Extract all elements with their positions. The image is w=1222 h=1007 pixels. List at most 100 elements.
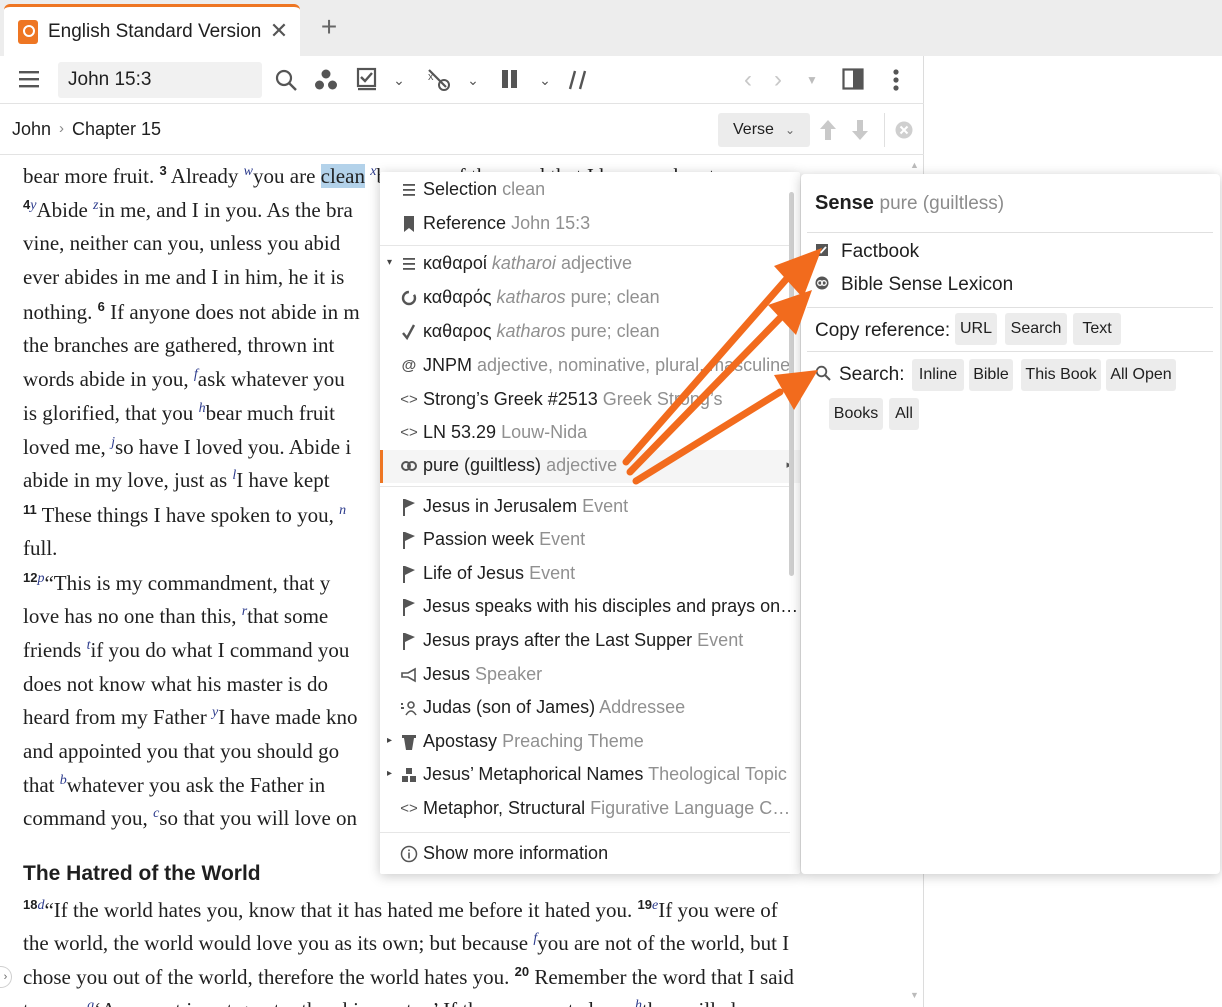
search-icon[interactable] [274, 68, 298, 92]
text-line: nothing. 6 If anyone does not abide in m [23, 299, 360, 324]
show-more-information[interactable]: Show more information [380, 838, 800, 871]
menu-item-root[interactable]: καθαρος katharos pure; clean [380, 316, 800, 349]
menu-item-sense[interactable]: pure (guiltless) adjective ▸ [380, 450, 800, 483]
text-line: ever abides in me and I in him, he it is [23, 265, 345, 289]
search-all-open-button[interactable]: All Open [1106, 359, 1176, 391]
code-icon: <> [400, 424, 418, 441]
bible-sense-lexicon-link[interactable]: Bible Sense Lexicon [815, 274, 1013, 296]
footnote-marker[interactable]: h [635, 998, 642, 1007]
menu-item-lemma[interactable]: καθαρός katharos pure; clean [380, 282, 800, 315]
copy-url-button[interactable]: URL [955, 313, 997, 345]
menu-item-louw-nida[interactable]: <> LN 53.29 Louw-Nida [380, 417, 800, 450]
menu-item-morphology[interactable]: @ JNPM adjective, nominative, plural, ma… [380, 350, 800, 383]
panel-icon[interactable] [842, 68, 864, 90]
menu-item-event[interactable]: Life of Jesus Event [380, 558, 800, 591]
context-menu: Selection clean Reference John 15:3 ▾ κα… [380, 172, 800, 874]
interlinear-dropdown-icon[interactable]: ⌄ [464, 66, 482, 94]
scroll-up-icon[interactable]: ▲ [910, 160, 920, 172]
verse-number: 11 [23, 502, 37, 517]
menu-item-event[interactable]: Jesus speaks with his disciples and pray… [380, 591, 800, 624]
arrow-down-icon[interactable] [850, 118, 870, 142]
clear-icon[interactable] [894, 120, 914, 140]
verse-number: 18 [23, 897, 38, 912]
verse-number: 19 [637, 897, 653, 912]
info-icon [400, 845, 418, 863]
menu-item-word[interactable]: ▾ καθαροί katharoi adjective [380, 248, 800, 281]
menu-item-addressee[interactable]: Judas (son of James) Addressee [380, 692, 800, 725]
scroll-down-icon[interactable]: ▼ [910, 990, 920, 1002]
search-all-button[interactable]: All [889, 398, 919, 430]
menu-icon[interactable] [18, 69, 40, 89]
podium-icon [402, 735, 416, 750]
selection-icon [403, 184, 415, 196]
flag-icon [403, 566, 415, 583]
parallel-icon[interactable] [567, 68, 589, 92]
text-line: full. [23, 536, 58, 560]
tab-strip: English Standard Version ✕ + [0, 0, 1222, 56]
factbook-link[interactable]: Factbook [815, 241, 919, 263]
add-tab-button[interactable]: + [316, 12, 342, 42]
more-icon[interactable] [886, 68, 906, 92]
footnote-marker[interactable]: w [244, 164, 253, 179]
reference-input[interactable] [68, 68, 258, 92]
menu-item-theological-topic[interactable]: ▸ Jesus’ Metaphorical Names Theological … [380, 759, 800, 792]
verse-dropdown-button[interactable]: Verse ⌄ [718, 113, 810, 147]
arrow-up-icon[interactable] [818, 118, 838, 142]
copy-search-button[interactable]: Search [1005, 313, 1067, 345]
search-inline-button[interactable]: Inline [912, 359, 964, 391]
flag-icon [403, 599, 415, 616]
search-bible-button[interactable]: Bible [969, 359, 1013, 391]
menu-item-reference[interactable]: Reference John 15:3 [380, 208, 800, 241]
caret-right-icon[interactable]: ▸ [387, 768, 392, 779]
text-line: the world, the world would love you as i… [23, 931, 790, 955]
breadcrumb-chapter[interactable]: Chapter 15 [72, 119, 161, 140]
forward-icon[interactable]: › [768, 66, 788, 94]
close-tab-button[interactable]: ✕ [268, 18, 290, 44]
visual-filter-icon[interactable] [314, 68, 338, 92]
interlinear-icon[interactable]: x [426, 67, 452, 93]
verse-number: 20 [514, 964, 530, 979]
footnote-marker[interactable]: n [339, 503, 346, 518]
footnote-marker[interactable]: b [60, 773, 67, 788]
menu-item-event[interactable]: Jesus in Jerusalem Event [380, 491, 800, 524]
selected-word[interactable]: clean [320, 164, 365, 188]
text-line: the branches are gathered, thrown int [23, 333, 335, 357]
copy-text-button[interactable]: Text [1073, 313, 1121, 345]
menu-item-preaching-theme[interactable]: ▸ Apostasy Preaching Theme [380, 726, 800, 759]
menu-item-figurative-language[interactable]: <> Metaphor, Structural Figurative Langu… [380, 793, 800, 826]
search-icon [815, 365, 831, 381]
text-line: that bwhatever you ask the Father in [23, 773, 326, 797]
tab-english-standard-version[interactable]: English Standard Version ✕ [4, 4, 300, 56]
footnote-marker[interactable]: h [199, 401, 206, 416]
text-line: and appointed you that you should go [23, 739, 340, 763]
text-line: 11 These things I have spoken to you, n [23, 502, 347, 527]
caret-down-icon[interactable]: ▾ [387, 257, 392, 268]
menu-separator [380, 486, 790, 487]
text-line: 12p“This is my commandment, that y [23, 570, 331, 595]
section-heading: The Hatred of the World [23, 862, 261, 885]
breadcrumb-book[interactable]: John [12, 119, 51, 140]
layout-icon[interactable] [500, 68, 520, 90]
svg-text:x: x [428, 71, 434, 83]
history-dropdown-icon[interactable]: ▼ [802, 66, 822, 94]
text-line: heard from my Father yI have made kno [23, 705, 358, 729]
addressee-icon [401, 701, 417, 716]
text-line: friends tif you do what I command you [23, 638, 350, 662]
caret-right-icon[interactable]: ▸ [387, 735, 392, 746]
search-this-book-button[interactable]: This Book [1021, 359, 1101, 391]
menu-item-selection[interactable]: Selection clean [380, 174, 800, 207]
menu-scrollbar[interactable] [789, 192, 794, 576]
copy-reference-label: Copy reference: [815, 320, 951, 341]
search-books-button[interactable]: Books [829, 398, 883, 430]
menu-item-event[interactable]: Jesus prays after the Last Supper Event [380, 625, 800, 658]
menu-item-strongs[interactable]: <> Strong’s Greek #2513 Greek Strong’s [380, 384, 800, 417]
text-line: vine, neither can you, unless you abid [23, 231, 341, 255]
checklist-icon[interactable] [356, 67, 378, 91]
checklist-dropdown-icon[interactable]: ⌄ [390, 66, 408, 94]
reference-box[interactable] [58, 62, 262, 98]
layout-dropdown-icon[interactable]: ⌄ [536, 66, 554, 94]
menu-item-speaker[interactable]: Jesus Speaker [380, 659, 800, 692]
panel-toolbar: ⌄ x ⌄ ⌄ ‹ › ▼ [0, 56, 924, 104]
back-icon[interactable]: ‹ [738, 66, 758, 94]
menu-item-event[interactable]: Passion week Event [380, 524, 800, 557]
